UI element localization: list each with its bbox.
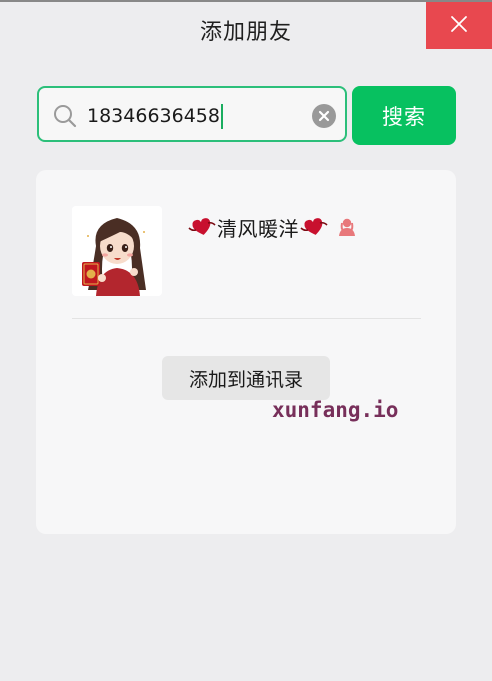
window-top-border bbox=[0, 0, 492, 2]
watermark: xunfang.io bbox=[272, 398, 399, 422]
window-title: 添加朋友 bbox=[199, 20, 292, 45]
female-person-icon bbox=[338, 217, 356, 237]
close-icon bbox=[450, 15, 468, 37]
search-field[interactable]: 18346636458 bbox=[37, 86, 347, 142]
search-button[interactable]: 搜索 bbox=[352, 86, 456, 145]
clear-icon[interactable] bbox=[312, 104, 336, 128]
search-result-card: 清风暖洋 添加到通讯录 bbox=[36, 170, 456, 534]
search-icon bbox=[53, 104, 77, 128]
contact-nickname: 清风暖洋 bbox=[217, 216, 299, 241]
add-to-contacts-button[interactable]: 添加到通讯录 bbox=[162, 356, 330, 400]
heart-icon bbox=[300, 216, 328, 238]
nickname-row: 清风暖洋 bbox=[188, 212, 356, 242]
avatar[interactable] bbox=[72, 206, 162, 296]
text-caret bbox=[220, 103, 223, 129]
search-input-value: 18346636458 bbox=[87, 105, 220, 127]
search-input[interactable]: 18346636458 bbox=[87, 101, 223, 131]
close-button[interactable] bbox=[426, 2, 492, 49]
heart-icon bbox=[188, 216, 216, 238]
divider bbox=[72, 318, 421, 319]
